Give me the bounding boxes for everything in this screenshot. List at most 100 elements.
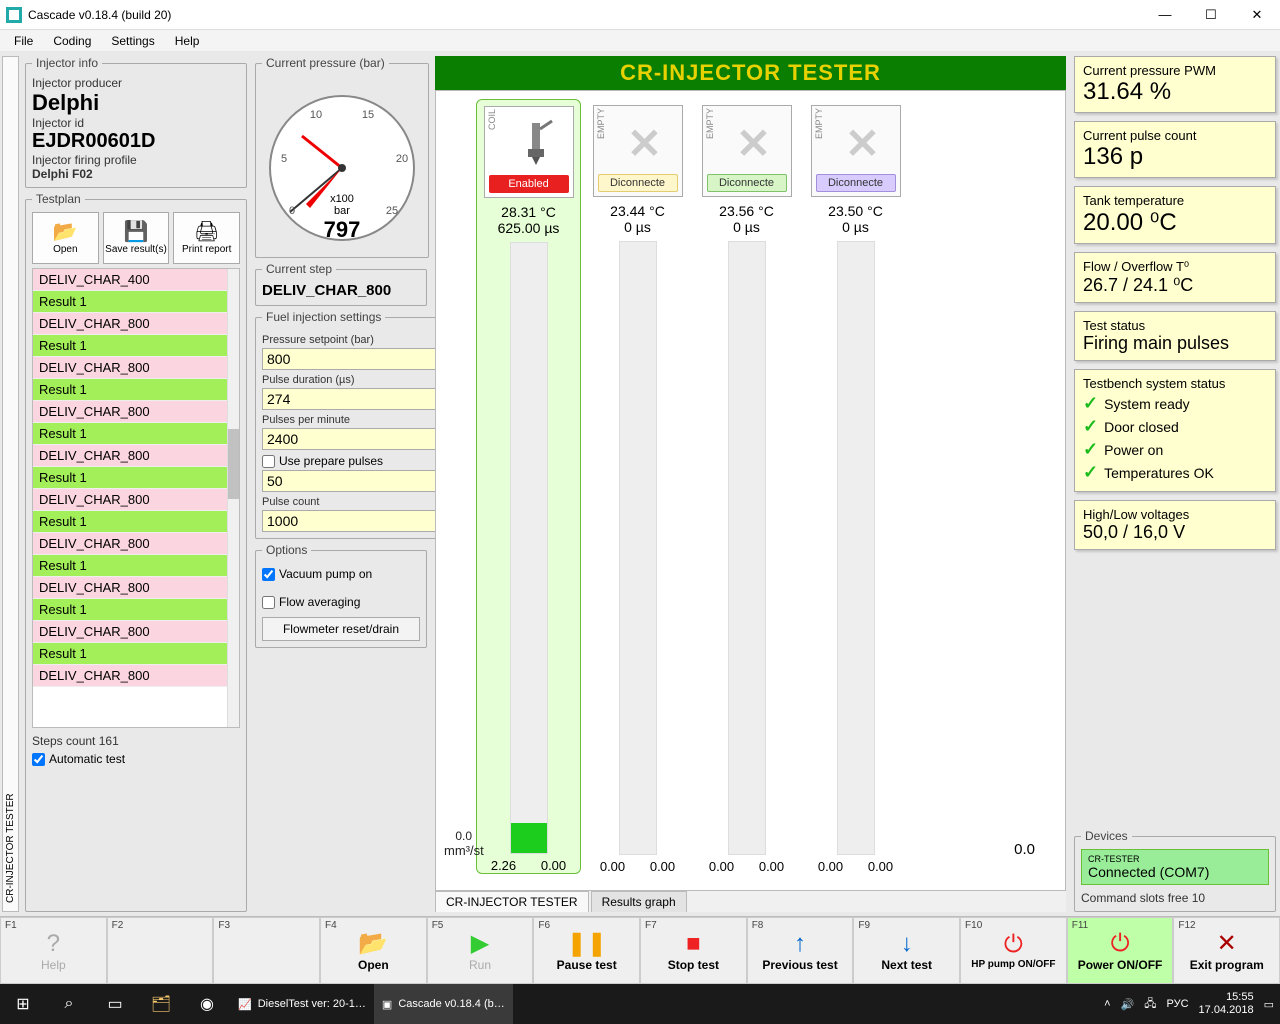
window-title: Cascade v0.18.4 (build 20) bbox=[28, 8, 1142, 22]
maximize-button[interactable]: ☐ bbox=[1188, 0, 1234, 30]
testplan-item[interactable]: DELIV_CHAR_800 bbox=[33, 357, 227, 379]
testplan-item[interactable]: DELIV_CHAR_400 bbox=[33, 269, 227, 291]
injector-card[interactable]: EMPTY✕Diconnecte bbox=[702, 105, 792, 197]
testplan-item[interactable]: Result 1 bbox=[33, 291, 227, 313]
center-tabs: CR-INJECTOR TESTER Results graph bbox=[435, 891, 1066, 912]
chrome-icon[interactable]: ◉ bbox=[184, 984, 230, 1024]
prepare-input[interactable] bbox=[262, 470, 453, 492]
injector-bar bbox=[837, 241, 875, 855]
f7-stop[interactable]: F7■Stop test bbox=[640, 917, 747, 984]
testplan-item[interactable]: Result 1 bbox=[33, 467, 227, 489]
testplan-item[interactable]: DELIV_CHAR_800 bbox=[33, 577, 227, 599]
current-step-legend: Current step bbox=[262, 262, 336, 276]
current-step-box: Current step DELIV_CHAR_800 bbox=[255, 262, 427, 306]
injector-values: 2.260.00 bbox=[479, 858, 579, 873]
vacuum-checkbox[interactable]: Vacuum pump on bbox=[262, 567, 420, 581]
menu-file[interactable]: File bbox=[4, 34, 43, 48]
injector-values: 0.000.00 bbox=[588, 859, 688, 874]
save-icon: 💾 bbox=[124, 222, 149, 242]
f1-help[interactable]: F1?Help bbox=[0, 917, 107, 984]
svg-text:15: 15 bbox=[362, 109, 374, 121]
injector-card[interactable]: EMPTY✕Diconnecte bbox=[593, 105, 683, 197]
f12-exit[interactable]: F12✕Exit program bbox=[1173, 917, 1280, 984]
testplan-item[interactable]: DELIV_CHAR_800 bbox=[33, 401, 227, 423]
open-button[interactable]: 📂Open bbox=[32, 212, 99, 264]
options-legend: Options bbox=[262, 543, 311, 557]
print-report-button[interactable]: 🖨Print report bbox=[173, 212, 240, 264]
testplan-item[interactable]: DELIV_CHAR_800 bbox=[33, 533, 227, 555]
testplan-list[interactable]: DELIV_CHAR_400Result 1DELIV_CHAR_800Resu… bbox=[32, 268, 240, 728]
testplan-item[interactable]: DELIV_CHAR_800 bbox=[33, 665, 227, 687]
testplan-item[interactable]: DELIV_CHAR_800 bbox=[33, 313, 227, 335]
start-button[interactable]: ⊞ bbox=[0, 984, 46, 1024]
tray-volume-icon[interactable]: 🔊 bbox=[1121, 998, 1135, 1011]
menu-help[interactable]: Help bbox=[165, 34, 210, 48]
f10-hp-pump[interactable]: F10⏻HP pump ON/OFF bbox=[960, 917, 1067, 984]
f2[interactable]: F2 bbox=[107, 917, 214, 984]
pulse-count-box: Current pulse count 136 p bbox=[1074, 121, 1276, 178]
injector-card[interactable]: COILEnabled bbox=[484, 106, 574, 198]
testplan-item[interactable]: Result 1 bbox=[33, 511, 227, 533]
f6-pause[interactable]: F6❚❚Pause test bbox=[533, 917, 640, 984]
file-explorer-icon[interactable]: 🗂 bbox=[138, 984, 184, 1024]
tray-network-icon[interactable]: 🖧 bbox=[1144, 995, 1156, 1014]
f9-next[interactable]: F9↓Next test bbox=[853, 917, 960, 984]
tab-tester[interactable]: CR-INJECTOR TESTER bbox=[435, 891, 589, 912]
automatic-test-checkbox[interactable]: Automatic test bbox=[32, 752, 240, 766]
flowmeter-reset-button[interactable]: Flowmeter reset/drain bbox=[262, 617, 420, 641]
taskbar-task-dieseltest[interactable]: 📈DieselTest ver: 20-1… bbox=[230, 984, 374, 1024]
flow-temp-box: Flow / Overflow T⁰ 26.7 / 24.1 ⁰C bbox=[1074, 252, 1276, 303]
save-results-button[interactable]: 💾Save result(s) bbox=[103, 212, 170, 264]
ppm-input[interactable] bbox=[262, 428, 453, 450]
injector-icon: ✕ bbox=[830, 112, 896, 174]
testplan-item[interactable]: Result 1 bbox=[33, 379, 227, 401]
injector-status: Diconnecte bbox=[816, 174, 896, 192]
testplan-item[interactable]: Result 1 bbox=[33, 599, 227, 621]
close-button[interactable]: ✕ bbox=[1234, 0, 1280, 30]
testplan-item[interactable]: Result 1 bbox=[33, 643, 227, 665]
testplan-item[interactable]: DELIV_CHAR_800 bbox=[33, 489, 227, 511]
system-status-row: ✓Power on bbox=[1083, 439, 1267, 460]
injector-temperature: 28.31 °C bbox=[501, 204, 556, 220]
stop-icon: ■ bbox=[686, 932, 701, 956]
menu-settings[interactable]: Settings bbox=[101, 34, 164, 48]
tray-notifications-icon[interactable]: ▭ bbox=[1264, 998, 1274, 1011]
side-tab-tester[interactable]: CR-INJECTOR TESTER bbox=[2, 56, 19, 912]
title-bar: Cascade v0.18.4 (build 20) — ☐ ✕ bbox=[0, 0, 1280, 30]
taskbar-task-cascade[interactable]: ▣Cascade v0.18.4 (b… bbox=[374, 984, 513, 1024]
testplan-item[interactable]: Result 1 bbox=[33, 423, 227, 445]
tray-chevron-icon[interactable]: ˄ bbox=[1104, 998, 1110, 1010]
task-view-icon[interactable]: ▭ bbox=[92, 984, 138, 1024]
check-icon: ✓ bbox=[1083, 393, 1098, 414]
tray-language[interactable]: РУС bbox=[1167, 998, 1189, 1010]
tray-clock[interactable]: 15:55 17.04.2018 bbox=[1199, 991, 1254, 1017]
f3[interactable]: F3 bbox=[213, 917, 320, 984]
search-icon[interactable]: ⌕ bbox=[46, 984, 92, 1024]
tab-results-graph[interactable]: Results graph bbox=[591, 891, 687, 912]
injector-card[interactable]: EMPTY✕Diconnecte bbox=[811, 105, 901, 197]
gauge-box: Current pressure (bar) 0 5 10 15 20 25 bbox=[255, 56, 429, 258]
producer-value: Delphi bbox=[32, 90, 240, 116]
pressure-input[interactable] bbox=[262, 348, 453, 370]
testplan-item[interactable]: DELIV_CHAR_800 bbox=[33, 621, 227, 643]
f11-power[interactable]: F11⏻Power ON/OFF bbox=[1067, 917, 1174, 984]
f5-run[interactable]: F5▶Run bbox=[427, 917, 534, 984]
profile-label: Injector firing profile bbox=[32, 153, 240, 167]
testplan-item[interactable]: Result 1 bbox=[33, 555, 227, 577]
flow-avg-checkbox[interactable]: Flow averaging bbox=[262, 595, 420, 609]
pulse-duration-input[interactable] bbox=[262, 388, 453, 410]
injector-id-label: Injector id bbox=[32, 116, 240, 130]
f4-open[interactable]: F4📂Open bbox=[320, 917, 427, 984]
injector-temperature: 23.44 °C bbox=[610, 203, 665, 219]
empty-x-icon: ✕ bbox=[627, 119, 662, 168]
scrollbar[interactable] bbox=[227, 269, 239, 727]
testplan-item[interactable]: Result 1 bbox=[33, 335, 227, 357]
injector-status: Enabled bbox=[489, 175, 569, 193]
check-icon: ✓ bbox=[1083, 462, 1098, 483]
f8-prev[interactable]: F8↑Previous test bbox=[747, 917, 854, 984]
menu-coding[interactable]: Coding bbox=[43, 34, 101, 48]
minimize-button[interactable]: — bbox=[1142, 0, 1188, 30]
scrollbar-thumb[interactable] bbox=[228, 429, 239, 499]
pulse-count-input[interactable] bbox=[262, 510, 453, 532]
testplan-item[interactable]: DELIV_CHAR_800 bbox=[33, 445, 227, 467]
